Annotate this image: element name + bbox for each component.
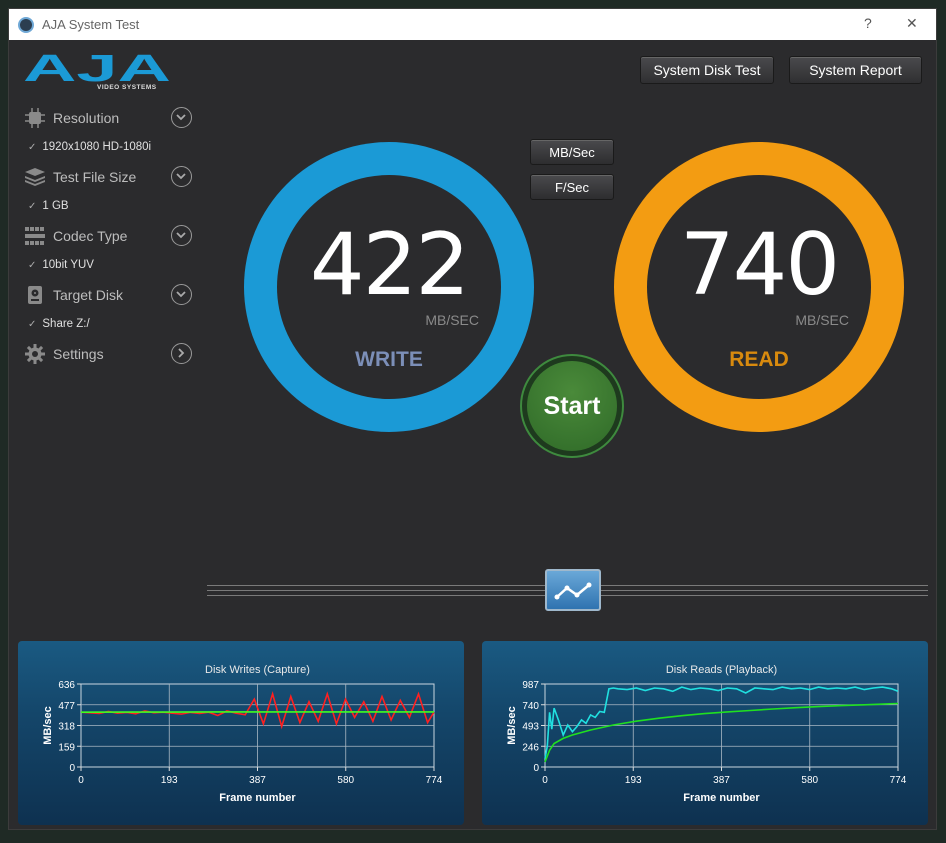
x-axis-label: Frame number bbox=[219, 792, 296, 804]
disk-icon bbox=[24, 284, 46, 306]
sidebar-item-codec-type[interactable]: Codec Type bbox=[24, 223, 194, 249]
mbsec-button[interactable]: MB/Sec bbox=[530, 139, 614, 165]
y-tick-label: 477 bbox=[58, 701, 75, 712]
x-tick-label: 193 bbox=[161, 775, 178, 786]
check-icon: ✓ bbox=[28, 142, 37, 153]
chevron-down-icon[interactable] bbox=[171, 225, 192, 246]
x-tick-label: 580 bbox=[801, 775, 818, 786]
write-value: 422 bbox=[309, 215, 470, 315]
logo-subtitle: VIDEO SYSTEMS bbox=[97, 84, 157, 91]
test-file-size-value: ✓ 1 GB bbox=[28, 200, 69, 212]
graph-toggle-button[interactable] bbox=[545, 569, 601, 611]
y-tick-label: 246 bbox=[522, 742, 539, 753]
fsec-button[interactable]: F/Sec bbox=[530, 174, 614, 200]
chevron-down-icon[interactable] bbox=[171, 107, 192, 128]
sidebar-item-resolution[interactable]: Resolution bbox=[24, 105, 194, 131]
write-label: WRITE bbox=[355, 348, 423, 371]
sidebar-item-label: Codec Type bbox=[53, 228, 128, 244]
help-button[interactable]: ? bbox=[864, 15, 872, 31]
window-title: AJA System Test bbox=[42, 17, 140, 32]
sidebar-item-label: Test File Size bbox=[53, 169, 137, 185]
y-tick-label: 0 bbox=[533, 763, 539, 774]
target-disk-value: ✓ Share Z:/ bbox=[28, 318, 90, 330]
read-gauge: 740 MB/SEC READ bbox=[614, 142, 904, 432]
sidebar-item-target-disk[interactable]: Target Disk bbox=[24, 282, 194, 308]
app-window: AJA System Test ? ✕ AJA VIDEO SYSTEMS Re… bbox=[8, 8, 937, 830]
sidebar-item-label: Settings bbox=[53, 346, 104, 362]
y-tick-label: 0 bbox=[69, 763, 75, 774]
app-icon bbox=[18, 16, 34, 33]
x-tick-label: 387 bbox=[249, 775, 266, 786]
disk-reads-panel: Disk Reads (Playback) 0 246 493 740 987 0 193 38… bbox=[482, 641, 928, 825]
write-unit: MB/SEC bbox=[425, 312, 479, 328]
aja-logo: AJA bbox=[23, 51, 171, 90]
x-tick-label: 387 bbox=[713, 775, 730, 786]
resolution-value: ✓ 1920x1080 HD-1080i bbox=[28, 141, 152, 153]
check-icon: ✓ bbox=[28, 201, 37, 212]
chevron-down-icon[interactable] bbox=[171, 284, 192, 305]
disk-writes-chart: Disk Writes (Capture) 0 159 318 477 636 0 193 38… bbox=[42, 664, 443, 804]
check-icon: ✓ bbox=[28, 319, 37, 330]
read-label: READ bbox=[729, 348, 789, 371]
y-tick-label: 318 bbox=[58, 722, 75, 733]
x-axis-label: Frame number bbox=[683, 792, 760, 804]
x-tick-label: 774 bbox=[426, 775, 443, 786]
y-tick-label: 636 bbox=[58, 680, 75, 691]
gear-icon bbox=[24, 343, 46, 365]
x-tick-label: 774 bbox=[890, 775, 907, 786]
start-button[interactable]: Start bbox=[527, 361, 617, 451]
system-report-button[interactable]: System Report bbox=[789, 56, 922, 84]
grid-icon bbox=[24, 225, 46, 247]
title-bar: AJA System Test ? ✕ bbox=[9, 9, 936, 40]
x-tick-label: 0 bbox=[542, 775, 548, 786]
x-tick-label: 580 bbox=[337, 775, 354, 786]
read-unit: MB/SEC bbox=[795, 312, 849, 328]
y-tick-label: 159 bbox=[58, 742, 75, 753]
check-icon: ✓ bbox=[28, 260, 37, 271]
chart-title: Disk Reads (Playback) bbox=[666, 664, 777, 676]
chevron-down-icon[interactable] bbox=[171, 166, 192, 187]
close-button[interactable]: ✕ bbox=[906, 15, 918, 32]
x-tick-label: 0 bbox=[78, 775, 84, 786]
chevron-right-icon[interactable] bbox=[171, 343, 192, 364]
y-tick-label: 987 bbox=[522, 680, 539, 691]
write-gauge: 422 MB/SEC WRITE bbox=[244, 142, 534, 432]
system-disk-test-button[interactable]: System Disk Test bbox=[640, 56, 774, 84]
codec-type-value: ✓ 10bit YUV bbox=[28, 259, 94, 271]
line-graph-icon bbox=[554, 582, 592, 600]
y-tick-label: 740 bbox=[522, 701, 539, 712]
read-value: 740 bbox=[679, 215, 840, 315]
y-axis-label: MB/sec bbox=[42, 706, 54, 745]
y-axis-label: MB/sec bbox=[506, 706, 518, 745]
chart-title: Disk Writes (Capture) bbox=[205, 664, 310, 676]
sidebar-item-label: Target Disk bbox=[53, 287, 124, 303]
x-tick-label: 193 bbox=[625, 775, 642, 786]
sidebar-item-label: Resolution bbox=[53, 110, 120, 126]
y-tick-label: 493 bbox=[522, 722, 539, 733]
chip-icon bbox=[24, 107, 46, 129]
sidebar-item-settings[interactable]: Settings bbox=[24, 341, 194, 367]
stack-icon bbox=[24, 166, 46, 188]
disk-writes-panel: Disk Writes (Capture) 0 159 318 477 636 0 193 38… bbox=[18, 641, 464, 825]
sidebar-item-test-file-size[interactable]: Test File Size bbox=[24, 164, 194, 190]
disk-reads-chart: Disk Reads (Playback) 0 246 493 740 987 0 193 38… bbox=[506, 664, 907, 804]
